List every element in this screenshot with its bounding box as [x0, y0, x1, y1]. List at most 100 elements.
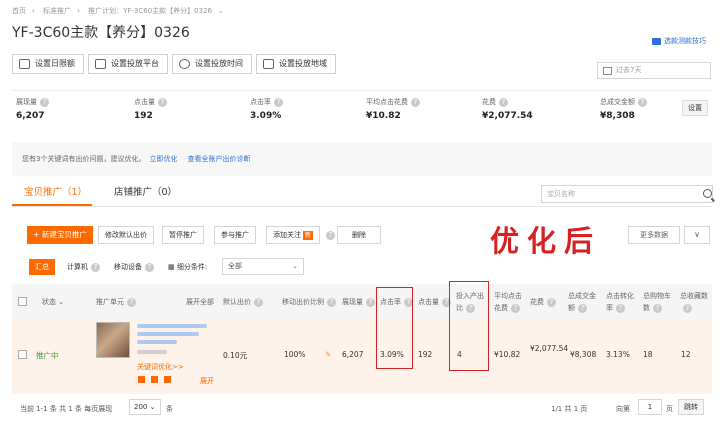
- chart-icon[interactable]: [151, 376, 158, 383]
- product-title-blurred: [137, 340, 177, 344]
- page-label: 页: [666, 405, 673, 413]
- breadcrumb-plan[interactable]: 推广计划：YF-3C60主款【养分】0326: [88, 7, 212, 15]
- metric-label: 平均点击花费: [366, 98, 408, 106]
- help-icon[interactable]: ?: [499, 97, 508, 107]
- metrics-bar: 展现量? 6,207 点击量? 192 点击率? 3.09% 平均点击花费? ¥10.8…: [12, 90, 712, 126]
- optimize-now-link[interactable]: 立即优化: [149, 155, 177, 163]
- header-label: 默认出价: [223, 298, 251, 306]
- chevron-down-icon[interactable]: ⌄: [218, 7, 224, 15]
- help-icon[interactable]: ?: [326, 231, 335, 240]
- product-thumbnail[interactable]: [96, 322, 130, 358]
- product-title-blurred[interactable]: [137, 324, 207, 328]
- select-all-checkbox[interactable]: [18, 297, 27, 306]
- edit-bid-button[interactable]: 修改默认出价: [98, 226, 154, 244]
- header-label: 移动出价比例: [282, 298, 324, 306]
- header-label: 推广单元: [96, 298, 124, 306]
- metric-value: 3.09%: [250, 111, 282, 121]
- jump-button[interactable]: 跳转: [678, 399, 704, 415]
- clock-icon: [179, 58, 190, 69]
- set-daily-limit-button[interactable]: 设置日限额: [12, 54, 84, 74]
- tab-item-promotion[interactable]: 宝贝推广（1）: [24, 184, 87, 198]
- join-button[interactable]: 参与推广: [214, 226, 256, 244]
- goto-label: 向第: [616, 405, 630, 413]
- set-region-button[interactable]: 设置投放地域: [256, 54, 336, 74]
- filter-mobile[interactable]: 移动设备?: [114, 262, 154, 272]
- breadcrumb-home[interactable]: 首页: [12, 7, 26, 15]
- metric-label: 展现量: [16, 98, 37, 106]
- pause-button[interactable]: 暂停推广: [162, 226, 204, 244]
- help-icon: ?: [366, 297, 375, 307]
- search-icon[interactable]: [703, 189, 712, 198]
- filter-pc[interactable]: 计算机?: [67, 262, 100, 272]
- help-icon[interactable]: ?: [638, 97, 647, 107]
- more-data-button[interactable]: 更多数据: [628, 226, 680, 244]
- select-value: 全部: [228, 262, 242, 270]
- expand-all-link[interactable]: 展开全部: [186, 296, 214, 308]
- cell-cart: 18: [643, 350, 653, 359]
- help-icon: ?: [145, 262, 154, 272]
- button-label: 设置投放时间: [195, 59, 243, 68]
- highlight-box-ctr: [376, 287, 413, 369]
- th-status[interactable]: 状态 ⌄: [42, 296, 64, 308]
- trash-icon[interactable]: [164, 376, 171, 383]
- help-icon[interactable]: ?: [40, 97, 49, 107]
- filter-label: 计算机: [67, 263, 88, 271]
- button-label: 设置投放地域: [279, 59, 327, 68]
- tip-link-label: 选款测款技巧: [664, 37, 706, 45]
- th-conv-rate: 点击转化率?: [606, 290, 640, 314]
- cell-bid[interactable]: 0.10元: [223, 350, 247, 361]
- metric-total-sales: 总成交金额? ¥8,308: [600, 97, 647, 121]
- page-size-select[interactable]: 200 ⌄: [129, 399, 161, 415]
- metric-value: 192: [134, 111, 153, 121]
- add-follow-button[interactable]: 添加关注新: [266, 226, 321, 244]
- pause-icon[interactable]: [138, 376, 145, 383]
- set-time-button[interactable]: 设置投放时间: [172, 54, 252, 74]
- th-cost: 花费?: [530, 296, 556, 308]
- video-icon: [652, 37, 661, 45]
- tab-shop-promotion[interactable]: 店铺推广（0）: [114, 184, 177, 198]
- help-icon[interactable]: ?: [274, 97, 283, 107]
- cell-avg-cpc: ¥10.82: [494, 350, 521, 359]
- metric-clicks: 点击量? 192: [134, 97, 167, 121]
- subdivide-select[interactable]: 全部 ⌄: [222, 258, 304, 275]
- help-icon: ?: [511, 303, 520, 313]
- breadcrumb: 首页 › 标准推广 › 推广计划：YF-3C60主款【养分】0326 ⌄: [12, 7, 224, 15]
- help-icon[interactable]: ?: [411, 97, 420, 107]
- filter-all[interactable]: 汇总: [29, 259, 55, 275]
- edit-icon[interactable]: ✎: [325, 350, 331, 359]
- help-icon[interactable]: ?: [158, 97, 167, 107]
- chevron-down-icon[interactable]: ∨: [684, 226, 710, 244]
- button-label: 设置投放平台: [111, 59, 159, 68]
- row-checkbox[interactable]: [18, 350, 27, 359]
- notice-text: 您有3个关键词有出价问题，建议优化。 立即优化 查看全账户出价诊断: [22, 154, 250, 164]
- help-icon: ?: [547, 297, 556, 307]
- page-input[interactable]: 1: [638, 399, 662, 415]
- help-icon: ?: [616, 303, 625, 313]
- delete-button[interactable]: 删除: [337, 226, 381, 244]
- tip-link[interactable]: 选款测款技巧: [652, 36, 706, 46]
- keyword-optimize-link[interactable]: 关键词优化>>: [137, 362, 184, 372]
- breadcrumb-standard[interactable]: 标准推广: [43, 7, 71, 15]
- metric-label: 点击量: [134, 98, 155, 106]
- cell-total-sales: ¥8,308: [570, 350, 597, 359]
- set-platform-button[interactable]: 设置投放平台: [88, 54, 168, 74]
- page-size-unit: 条: [166, 405, 173, 413]
- diagnosis-link[interactable]: 查看全账户出价诊断: [187, 155, 250, 163]
- metric-value: ¥8,308: [600, 111, 635, 121]
- metrics-settings-button[interactable]: 设置: [682, 100, 708, 116]
- highlight-box-roi: [449, 281, 489, 371]
- metric-value: ¥2,077.54: [482, 111, 533, 121]
- select-value: 200: [134, 403, 148, 411]
- search-input[interactable]: 宝贝名称: [541, 185, 713, 203]
- row-status: 推广中: [36, 351, 59, 360]
- chevron-down-icon: ⌄: [56, 298, 65, 306]
- cell-impressions: 6,207: [342, 350, 364, 359]
- date-range-select[interactable]: 过去7天: [597, 62, 711, 79]
- header-label: 总收藏数: [680, 292, 708, 300]
- filter-label: 细分条件:: [176, 263, 208, 271]
- expand-link[interactable]: 展开: [200, 376, 214, 386]
- product-title-blurred: [137, 332, 199, 336]
- new-promotion-button[interactable]: + 新建宝贝推广: [27, 226, 93, 244]
- th-fav: 总收藏数?: [680, 290, 714, 314]
- metric-label: 点击率: [250, 98, 271, 106]
